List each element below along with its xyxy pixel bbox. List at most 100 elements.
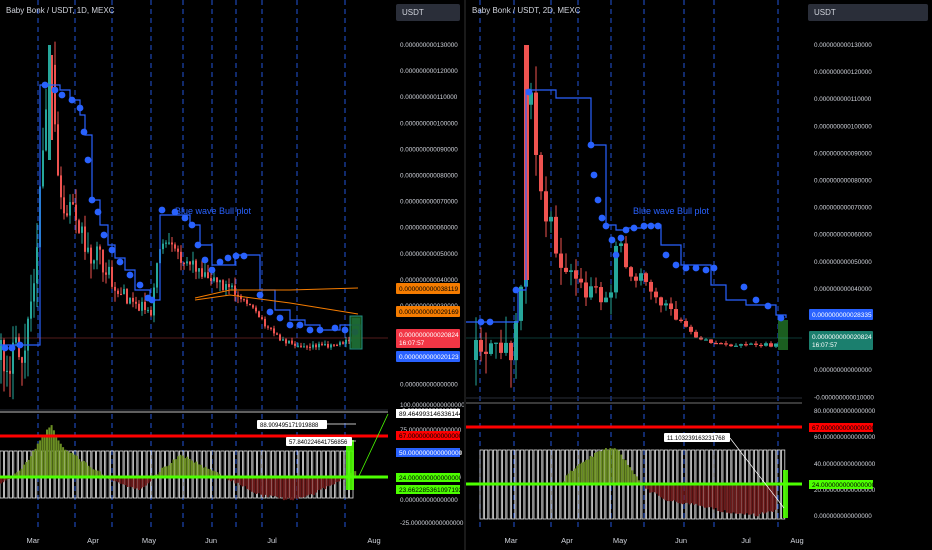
- oscillator-histogram-bar: [36, 443, 39, 478]
- oscillator-histogram-bar: [296, 478, 299, 499]
- oscillator-histogram-bar: [664, 485, 667, 501]
- blue-wave-dot: [84, 156, 92, 164]
- oscillator-histogram-bar: [174, 459, 177, 478]
- price-candle: [774, 343, 778, 347]
- oscillator-axis-label: 0.000000000000000: [814, 513, 872, 520]
- level-24-line: [466, 482, 802, 486]
- oscillator-histogram-bar: [50, 425, 53, 478]
- oscillator-histogram-bar: [651, 485, 654, 493]
- oscillator-histogram-bar: [64, 449, 67, 478]
- oscillator-histogram-bar: [622, 459, 625, 485]
- blue-wave-dot: [617, 234, 625, 242]
- oscillator-histogram-bar: [596, 451, 599, 485]
- oscillator-histogram-bar: [32, 451, 35, 478]
- price-candle: [9, 370, 11, 374]
- price-candle: [168, 242, 170, 244]
- price-axis-label: 0.000000000100000: [400, 120, 458, 127]
- price-candle: [222, 280, 224, 290]
- price-axis-label: 0.000000000080000: [814, 178, 872, 185]
- price-axis-label: 0.000000000110000: [400, 94, 458, 101]
- blue-wave-dot: [602, 222, 610, 230]
- blue-wave-dot: [682, 264, 690, 272]
- oscillator-histogram-bar: [41, 437, 44, 478]
- price-candle: [129, 297, 131, 304]
- oscillator-histogram-bar: [133, 478, 136, 489]
- blue-wave-dot: [331, 324, 339, 332]
- price-candle: [624, 243, 628, 268]
- oscillator-histogram-bar: [666, 485, 669, 502]
- price-candle: [609, 292, 613, 298]
- oscillator-column: [0, 450, 4, 499]
- oscillator-histogram-bar: [115, 478, 117, 482]
- price-candle: [165, 242, 167, 244]
- time-axis-label: Mar: [27, 536, 40, 545]
- left-chart-pane[interactable]: 0.000000000130000 0.000000000120000 0.0000…: [0, 0, 464, 550]
- right-chart-canvas[interactable]: 0.000000000130000 0.000000000120000 0.0000…: [466, 0, 932, 550]
- oscillator-axis-label: 100.000000000000000: [400, 402, 464, 409]
- price-candle: [634, 276, 638, 281]
- price-candle: [54, 64, 56, 125]
- oscillator-histogram-bar: [280, 478, 283, 498]
- price-candle: [144, 301, 146, 311]
- oscillator-histogram-bar: [135, 478, 138, 489]
- blue-wave-dot: [216, 258, 224, 266]
- blue-wave-dot: [100, 231, 108, 239]
- price-candle: [303, 346, 305, 348]
- oscillator-histogram-bar: [248, 478, 251, 491]
- oscillator-histogram-bar: [241, 478, 244, 487]
- oscillator-histogram-bar: [646, 485, 649, 490]
- price-candle: [66, 213, 68, 216]
- tooltip-text: 11.103239163231768: [667, 436, 726, 442]
- oscillator-histogram-bar: [686, 485, 689, 503]
- price-candle: [0, 340, 2, 360]
- oscillator-histogram-bar: [126, 478, 129, 487]
- price-candle: [24, 350, 26, 363]
- oscillator-column: [316, 450, 322, 499]
- price-badge-blue-text: 0.000000000028335: [812, 312, 872, 319]
- price-candle: [75, 204, 77, 221]
- price-candle: [156, 263, 158, 288]
- blue-wave-dot: [116, 258, 124, 266]
- blue-wave-dot: [194, 241, 202, 249]
- price-axis-label: 0.000000000070000: [400, 199, 458, 206]
- blue-wave-dot: [486, 318, 494, 326]
- right-chart-pane[interactable]: 0.000000000130000 0.000000000120000 0.0000…: [466, 0, 932, 550]
- price-candle: [499, 342, 503, 353]
- price-candle: [315, 344, 317, 348]
- price-candle: [639, 273, 643, 281]
- price-candle: [594, 286, 598, 288]
- blue-wave-dot: [276, 314, 284, 322]
- oscillator-histogram-bar: [697, 485, 700, 506]
- oscillator-histogram-bar: [598, 450, 601, 485]
- price-candle: [664, 303, 668, 306]
- left-chart-canvas[interactable]: 0.000000000130000 0.000000000120000 0.0000…: [0, 0, 464, 550]
- oscillator-histogram-bar: [142, 478, 145, 488]
- price-candle: [504, 342, 508, 353]
- blue-wave-dot: [76, 104, 84, 112]
- oscillator-histogram-bar: [43, 434, 46, 478]
- oscillator-histogram-bar: [149, 478, 152, 482]
- oscillator-histogram-bar: [78, 459, 81, 478]
- oscillator-histogram-bar: [27, 459, 30, 478]
- price-candle: [629, 267, 633, 277]
- oscillator-histogram-bar: [326, 478, 329, 487]
- oscillator-column: [321, 450, 326, 499]
- oscillator-histogram-bar: [585, 460, 588, 485]
- oscillator-histogram-bar: [770, 485, 772, 512]
- blue-wave-annotation: Blue wave Bull plot: [633, 206, 710, 216]
- price-axis-label: 0.000000000080000: [400, 173, 458, 180]
- oscillator-histogram-bar: [712, 485, 715, 510]
- blue-wave-dot: [630, 224, 638, 232]
- price-candle: [132, 297, 134, 302]
- price-candle: [114, 286, 116, 291]
- time-axis-label: Mar: [505, 536, 518, 545]
- price-candle: [33, 283, 35, 302]
- left-currency-badge[interactable]: USDT: [396, 4, 460, 21]
- price-candle: [342, 342, 344, 344]
- right-currency-badge[interactable]: USDT: [808, 4, 928, 21]
- price-candle: [252, 305, 254, 308]
- oscillator-histogram-bar: [739, 485, 742, 514]
- oscillator-histogram-bar: [721, 485, 724, 513]
- oscillator-histogram-bar: [119, 478, 122, 484]
- blue-wave-dot: [710, 264, 718, 272]
